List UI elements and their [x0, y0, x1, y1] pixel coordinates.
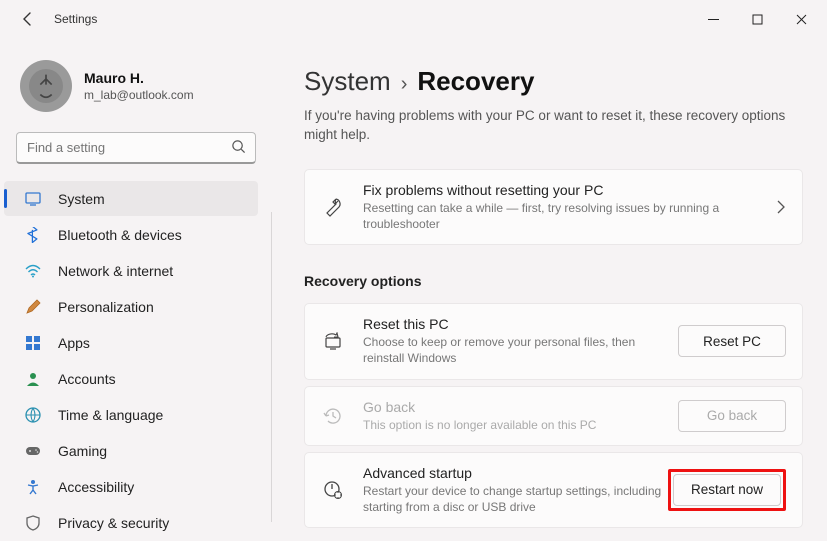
reset-sub: Choose to keep or remove your personal f… [363, 334, 678, 366]
app-title: Settings [54, 12, 97, 26]
avatar [20, 60, 72, 112]
sidebar-item-time[interactable]: Time & language [4, 397, 258, 432]
sidebar-item-label: Accounts [58, 371, 116, 387]
reset-pc-card: Reset this PC Choose to keep or remove y… [304, 303, 803, 379]
close-button[interactable] [779, 3, 823, 35]
goback-sub: This option is no longer available on th… [363, 417, 678, 433]
content-area: System › Recovery If you're having probl… [272, 38, 827, 530]
chevron-right-icon [776, 200, 786, 214]
sidebar-item-system[interactable]: System [4, 181, 258, 216]
close-icon [796, 14, 807, 25]
advanced-sub: Restart your device to change startup se… [363, 483, 668, 515]
page-title: Recovery [417, 66, 534, 97]
apps-icon [24, 334, 42, 352]
search-input[interactable] [16, 132, 256, 164]
reset-pc-button[interactable]: Reset PC [678, 325, 786, 357]
sidebar-item-label: Apps [58, 335, 90, 351]
wrench-icon [321, 197, 345, 217]
sidebar-item-label: Gaming [58, 443, 107, 459]
minimize-button[interactable] [691, 3, 735, 35]
sidebar-item-label: Privacy & security [58, 515, 169, 531]
arrow-left-icon [20, 11, 36, 27]
nav-list: System Bluetooth & devices Network & int… [0, 176, 272, 541]
sidebar-item-accounts[interactable]: Accounts [4, 361, 258, 396]
breadcrumb-root[interactable]: System [304, 66, 391, 97]
back-button[interactable] [12, 3, 44, 35]
sidebar-item-gaming[interactable]: Gaming [4, 433, 258, 468]
titlebar: Settings [0, 0, 827, 38]
section-recovery-options: Recovery options [304, 273, 803, 289]
fix-problems-card[interactable]: Fix problems without resetting your PC R… [304, 169, 803, 245]
advanced-title: Advanced startup [363, 465, 668, 481]
system-icon [24, 190, 42, 208]
profile-block[interactable]: Mauro H. m_lab@outlook.com [0, 46, 272, 130]
gamepad-icon [24, 442, 42, 460]
fix-title: Fix problems without resetting your PC [363, 182, 768, 198]
go-back-card: Go back This option is no longer availab… [304, 386, 803, 446]
sidebar-item-personalization[interactable]: Personalization [4, 289, 258, 324]
shield-icon [24, 514, 42, 532]
search-icon [231, 139, 246, 154]
globe-icon [24, 406, 42, 424]
history-icon [321, 406, 345, 426]
bluetooth-icon [24, 226, 42, 244]
window-controls [691, 3, 823, 35]
minimize-icon [708, 14, 719, 25]
profile-name: Mauro H. [84, 70, 194, 86]
sidebar: Mauro H. m_lab@outlook.com System Blueto… [0, 38, 272, 530]
wifi-icon [24, 262, 42, 280]
accessibility-icon [24, 478, 42, 496]
chevron-right-icon: › [401, 73, 408, 96]
sidebar-item-privacy[interactable]: Privacy & security [4, 505, 258, 540]
sidebar-item-label: Network & internet [58, 263, 173, 279]
highlight-annotation: Restart now [668, 469, 786, 511]
sidebar-item-network[interactable]: Network & internet [4, 253, 258, 288]
sidebar-item-accessibility[interactable]: Accessibility [4, 469, 258, 504]
maximize-icon [752, 14, 763, 25]
profile-email: m_lab@outlook.com [84, 88, 194, 102]
sidebar-item-bluetooth[interactable]: Bluetooth & devices [4, 217, 258, 252]
search-box [16, 132, 256, 164]
breadcrumb: System › Recovery [304, 66, 803, 97]
sidebar-item-apps[interactable]: Apps [4, 325, 258, 360]
sidebar-item-label: Personalization [58, 299, 154, 315]
page-description: If you're having problems with your PC o… [304, 107, 803, 145]
advanced-startup-card: Advanced startup Restart your device to … [304, 452, 803, 528]
sidebar-item-label: Time & language [58, 407, 163, 423]
goback-title: Go back [363, 399, 678, 415]
sidebar-item-label: Accessibility [58, 479, 134, 495]
reset-title: Reset this PC [363, 316, 678, 332]
maximize-button[interactable] [735, 3, 779, 35]
reset-icon [321, 332, 345, 350]
person-icon [24, 370, 42, 388]
sidebar-item-label: System [58, 191, 105, 207]
power-gear-icon [321, 480, 345, 500]
restart-now-button[interactable]: Restart now [673, 474, 781, 506]
fix-sub: Resetting can take a while — first, try … [363, 200, 768, 232]
pencil-icon [24, 298, 42, 316]
go-back-button: Go back [678, 400, 786, 432]
sidebar-item-label: Bluetooth & devices [58, 227, 182, 243]
